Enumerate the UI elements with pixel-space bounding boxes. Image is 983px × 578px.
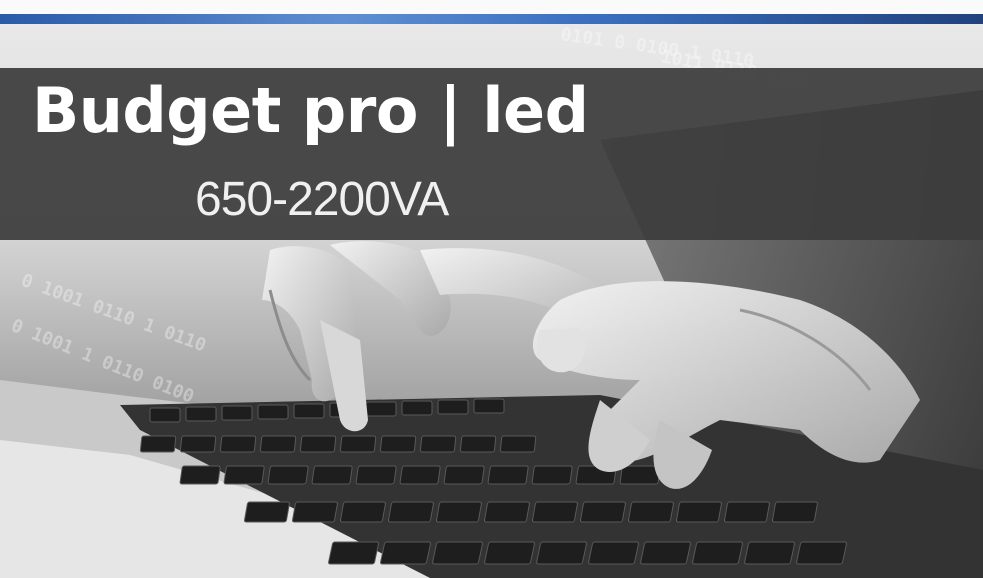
product-title: Budget pro | led: [32, 74, 589, 147]
product-subtitle: 650-2200VA: [195, 173, 449, 226]
product-banner-image: 0101 0 0100 1 0110 1011 0110 1001 0 1001…: [0, 0, 983, 578]
